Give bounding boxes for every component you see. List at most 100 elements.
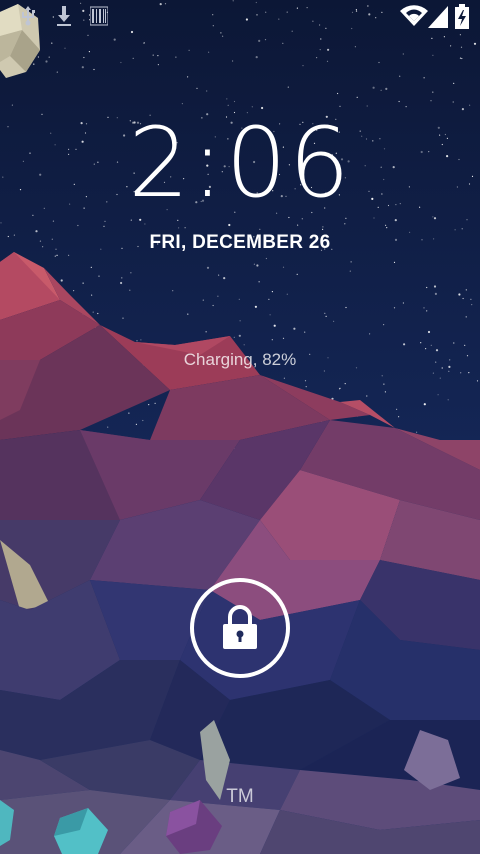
star xyxy=(393,307,396,309)
star xyxy=(256,264,259,267)
star xyxy=(0,222,2,224)
star xyxy=(83,56,85,59)
star xyxy=(393,261,396,263)
star xyxy=(258,39,261,43)
star xyxy=(104,220,106,222)
star xyxy=(271,291,273,293)
star xyxy=(349,270,351,272)
star xyxy=(447,399,449,401)
usb-icon xyxy=(20,6,36,30)
star xyxy=(88,51,90,53)
star xyxy=(464,344,466,346)
star xyxy=(319,49,321,51)
star xyxy=(130,219,132,221)
star xyxy=(320,38,322,40)
star xyxy=(98,275,100,277)
star xyxy=(344,383,346,385)
star xyxy=(255,56,258,59)
star xyxy=(282,266,285,268)
star xyxy=(470,298,472,300)
star xyxy=(372,86,375,89)
star xyxy=(473,42,477,45)
star xyxy=(56,254,58,256)
star xyxy=(430,100,432,102)
star xyxy=(453,342,455,344)
star xyxy=(323,370,325,372)
star xyxy=(465,316,467,318)
star xyxy=(73,290,75,292)
star xyxy=(322,226,324,228)
carrier-label: TM xyxy=(226,786,254,807)
star xyxy=(385,87,388,90)
star xyxy=(233,336,235,338)
star xyxy=(212,304,214,307)
star xyxy=(154,402,156,404)
star xyxy=(120,281,123,285)
star xyxy=(253,263,255,265)
star xyxy=(130,272,132,274)
star xyxy=(476,380,479,382)
star xyxy=(175,56,177,58)
star xyxy=(254,305,257,308)
star xyxy=(148,404,150,406)
star xyxy=(239,320,241,322)
barcode-icon xyxy=(89,6,109,30)
star xyxy=(238,298,240,300)
star xyxy=(282,42,284,44)
star xyxy=(460,46,463,48)
star xyxy=(398,416,400,418)
star xyxy=(97,312,99,315)
star xyxy=(460,372,462,374)
star xyxy=(433,285,437,288)
star xyxy=(327,48,330,51)
star xyxy=(60,279,63,282)
star xyxy=(461,228,463,230)
star xyxy=(452,101,454,103)
star xyxy=(103,225,105,227)
star xyxy=(305,386,307,388)
star xyxy=(453,82,455,84)
lock-icon xyxy=(223,605,257,649)
star xyxy=(184,227,186,229)
star xyxy=(56,71,58,73)
star xyxy=(68,254,70,256)
star xyxy=(325,315,327,317)
star xyxy=(450,45,452,47)
star xyxy=(369,333,371,335)
star xyxy=(268,298,270,300)
lockscreen: 2:06 FRI, DECEMBER 26 Charging, 82% TM xyxy=(0,0,480,854)
star xyxy=(432,91,434,93)
star xyxy=(366,105,368,107)
star xyxy=(426,286,428,289)
star xyxy=(434,292,437,295)
star xyxy=(265,257,267,260)
star xyxy=(264,39,267,41)
star xyxy=(232,60,234,62)
star xyxy=(187,313,189,315)
star xyxy=(202,299,204,301)
star xyxy=(354,46,356,48)
battery-charging-icon xyxy=(454,4,470,34)
star xyxy=(459,57,462,59)
star xyxy=(187,76,189,78)
star xyxy=(296,273,298,275)
download-icon xyxy=(56,6,72,32)
unlock-button[interactable] xyxy=(189,577,291,679)
star xyxy=(423,403,426,406)
star xyxy=(337,92,339,95)
star xyxy=(380,89,382,91)
star xyxy=(93,68,95,71)
star xyxy=(366,395,368,397)
star xyxy=(92,311,94,313)
star xyxy=(48,56,50,58)
star xyxy=(206,266,210,269)
star xyxy=(238,334,241,337)
star xyxy=(77,224,79,227)
star xyxy=(326,60,329,62)
star xyxy=(218,274,220,276)
star xyxy=(304,380,307,382)
star xyxy=(469,104,471,106)
star xyxy=(316,57,318,59)
star xyxy=(468,372,470,374)
star xyxy=(439,377,441,379)
